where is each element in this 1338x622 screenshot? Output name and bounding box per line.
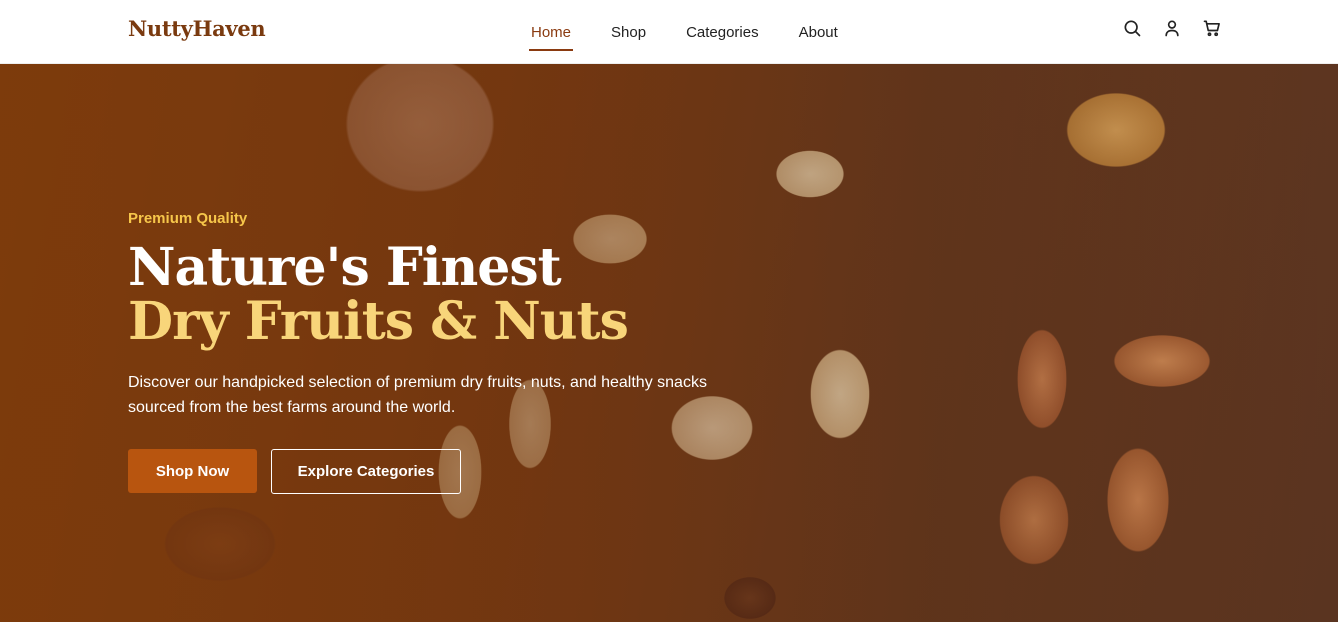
header-actions bbox=[1122, 18, 1222, 38]
site-header: NuttyHaven Home Shop Categories About bbox=[0, 0, 1338, 64]
site-logo[interactable]: NuttyHaven bbox=[128, 16, 266, 41]
search-icon[interactable] bbox=[1122, 18, 1142, 38]
nav-about[interactable]: About bbox=[797, 16, 840, 49]
user-icon[interactable] bbox=[1162, 18, 1182, 38]
hero-description: Discover our handpicked selection of pre… bbox=[128, 374, 707, 416]
shop-now-button[interactable]: Shop Now bbox=[128, 449, 257, 493]
hero-eyebrow: Premium Quality bbox=[128, 210, 248, 227]
nav-home[interactable]: Home bbox=[529, 16, 574, 51]
nav-categories[interactable]: Categories bbox=[684, 16, 761, 49]
nav-shop[interactable]: Shop bbox=[609, 16, 648, 49]
hero-title-line2: Dry Fruits & Nuts bbox=[128, 291, 629, 352]
explore-categories-button[interactable]: Explore Categories bbox=[271, 449, 461, 494]
main-nav: Home Shop Categories About bbox=[529, 0, 876, 64]
cart-icon[interactable] bbox=[1202, 18, 1222, 38]
hero-section: Premium Quality Nature's Finest Dry Frui… bbox=[0, 64, 1338, 622]
